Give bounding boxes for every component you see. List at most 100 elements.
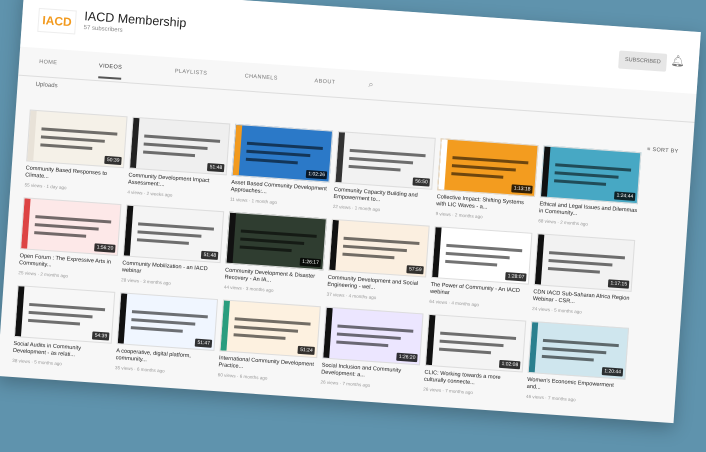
bell-icon[interactable]: 🔔︎	[670, 54, 685, 68]
video-thumbnail[interactable]: 1:26:20	[322, 306, 424, 366]
thumbnail-text-line	[40, 143, 93, 150]
video-card[interactable]: 54:39 Social Audits in Community Developm…	[12, 285, 116, 370]
thumbnail-text-line	[542, 338, 619, 348]
video-thumbnail[interactable]: 1:13:18	[437, 138, 539, 197]
thumbnail-accent-bar	[226, 212, 237, 264]
video-duration: 50:39	[104, 155, 122, 166]
video-thumbnail[interactable]: 1:20:44	[527, 321, 630, 380]
video-duration: 54:39	[92, 331, 110, 341]
thumbnail-text-line	[452, 156, 529, 165]
video-thumbnail[interactable]: 51:48	[128, 116, 231, 176]
video-card[interactable]: 1:20:44 Women's Economic Empowerment and.…	[526, 321, 630, 406]
video-thumbnail[interactable]: 54:39	[13, 285, 116, 344]
video-duration: 1:56:20	[94, 243, 116, 253]
video-card[interactable]: 1:26:20 Social Inclusion and Community De…	[320, 306, 424, 392]
video-duration: 1:26:20	[396, 352, 418, 363]
thumbnail-text-line	[239, 245, 292, 253]
tab-home[interactable]: HOME	[38, 52, 57, 73]
video-thumbnail[interactable]: 56:50	[334, 131, 436, 190]
video-thumbnail[interactable]: 51:47	[116, 292, 219, 351]
video-card[interactable]: 1:02:26 Asset Based Community Development…	[230, 123, 334, 209]
video-card[interactable]: 51:48 Community Mobilization - an IACD we…	[121, 204, 225, 289]
thumbnail-text-line	[137, 230, 202, 238]
video-duration: 51:48	[207, 163, 225, 173]
thumbnail-text-line	[245, 157, 298, 165]
video-card[interactable]: 1:26:17 Community Development & Disaster …	[224, 211, 327, 297]
video-thumbnail[interactable]: 1:26:17	[225, 211, 327, 271]
video-thumbnail[interactable]: 1:28:07	[431, 226, 533, 285]
thumbnail-text-line	[234, 325, 299, 333]
video-card[interactable]: 1:28:07 The Power of Community - An IACD …	[429, 226, 533, 311]
video-thumbnail[interactable]: 57:59	[328, 218, 430, 278]
thumbnail-text-line	[542, 346, 607, 355]
video-thumbnail[interactable]: 1:17:15	[533, 233, 636, 292]
thumbnail-text-line	[349, 156, 414, 165]
thumbnail-text-line	[548, 259, 613, 267]
video-duration: 1:02:26	[306, 169, 328, 180]
video-thumbnail[interactable]: 51:48	[122, 204, 225, 264]
thumbnail-text-line	[440, 331, 517, 340]
search-icon[interactable]: ⌕	[368, 79, 374, 90]
sort-by-label: SORT BY	[652, 147, 679, 155]
thumbnail-text-line	[35, 215, 112, 224]
thumbnail-accent-bar	[534, 234, 545, 285]
video-duration: 1:26:17	[299, 257, 322, 268]
video-duration: 1:28:07	[505, 272, 527, 282]
video-card[interactable]: 50:39 Community Based Responses to Climat…	[24, 109, 128, 195]
thumbnail-text-line	[34, 223, 99, 231]
video-duration: 1:17:15	[608, 279, 630, 289]
channel-page: IACD IACD Membership 57 subscribers SUBS…	[0, 0, 701, 424]
video-card[interactable]: 57:59 Community Development and Social En…	[326, 218, 430, 304]
thumbnail-text-line	[136, 238, 189, 245]
video-grid: 50:39 Community Based Responses to Climat…	[11, 100, 642, 416]
thumbnail-accent-bar	[123, 205, 134, 256]
thumbnail-text-line	[144, 134, 221, 143]
channel-logo[interactable]: IACD	[37, 7, 77, 35]
video-card[interactable]: 51:24 International Community Development…	[218, 299, 321, 384]
thumbnail-text-line	[29, 302, 106, 312]
tab-playlists[interactable]: PLAYLISTS	[174, 62, 208, 84]
video-duration: 57:59	[406, 265, 424, 275]
thumbnail-text-line	[342, 252, 395, 260]
thumbnail-accent-bar	[323, 307, 333, 358]
video-thumbnail[interactable]: 1:24:44	[539, 145, 642, 205]
tab-channels[interactable]: CHANNELS	[244, 66, 278, 88]
tab-videos[interactable]: VIDEOS	[98, 56, 123, 80]
video-card[interactable]: 1:02:08 CLIC: Working towards a more cult…	[423, 313, 527, 399]
video-card[interactable]: 1:17:15 CDN IACD Sub-Saharan Africa Regio…	[532, 233, 636, 318]
thumbnail-text-line	[131, 310, 208, 319]
video-thumbnail[interactable]: 1:56:20	[20, 197, 122, 256]
video-duration: 51:48	[201, 250, 219, 260]
subscriber-count: 57 subscribers	[83, 25, 123, 34]
video-thumbnail[interactable]: 50:39	[26, 109, 128, 169]
video-thumbnail[interactable]: 1:02:08	[424, 313, 527, 373]
channel-tabs: HOME VIDEOS PLAYLISTS CHANNELS ABOUT ⌕	[38, 52, 374, 89]
sort-by-button[interactable]: ≡ SORT BY	[647, 147, 679, 155]
video-card[interactable]: 1:13:18 Collective Impact: Shifting Syste…	[435, 138, 539, 223]
channel-header: IACD IACD Membership 57 subscribers SUBS…	[20, 0, 701, 94]
video-thumbnail[interactable]: 51:24	[219, 299, 321, 359]
thumbnail-text-line	[143, 142, 208, 150]
video-duration: 1:20:44	[601, 367, 624, 377]
video-duration: 1:02:08	[499, 359, 521, 370]
thumbnail-text-line	[555, 163, 632, 172]
video-card[interactable]: 51:48 Community Development Impact Assess…	[127, 116, 231, 202]
thumbnail-text-line	[337, 324, 414, 333]
uploads-label[interactable]: Uploads	[35, 82, 57, 90]
thumbnail-text-line	[445, 251, 510, 260]
video-card[interactable]: 56:50 Community Capacity Building and Emp…	[333, 131, 436, 216]
thumbnail-text-line	[28, 310, 93, 319]
thumbnail-text-line	[234, 317, 311, 326]
video-card[interactable]: 1:56:20 Open Forum : The Expressive Arts …	[18, 197, 122, 282]
thumbnail-accent-bar	[220, 300, 230, 351]
subscribe-button[interactable]: SUBSCRIBED	[618, 50, 668, 72]
thumbnail-accent-bar	[432, 227, 442, 278]
tab-about[interactable]: ABOUT	[314, 71, 336, 92]
thumbnail-text-line	[246, 149, 311, 158]
thumbnail-text-line	[27, 318, 81, 326]
video-card[interactable]: 1:24:44 Ethical and Legal Issues and Dile…	[538, 145, 642, 230]
video-thumbnail[interactable]: 1:02:26	[231, 123, 334, 183]
logo-text: IACD	[41, 13, 73, 30]
thumbnail-text-line	[547, 267, 600, 274]
video-card[interactable]: 51:47 A cooperative, digital platform, co…	[115, 292, 219, 377]
